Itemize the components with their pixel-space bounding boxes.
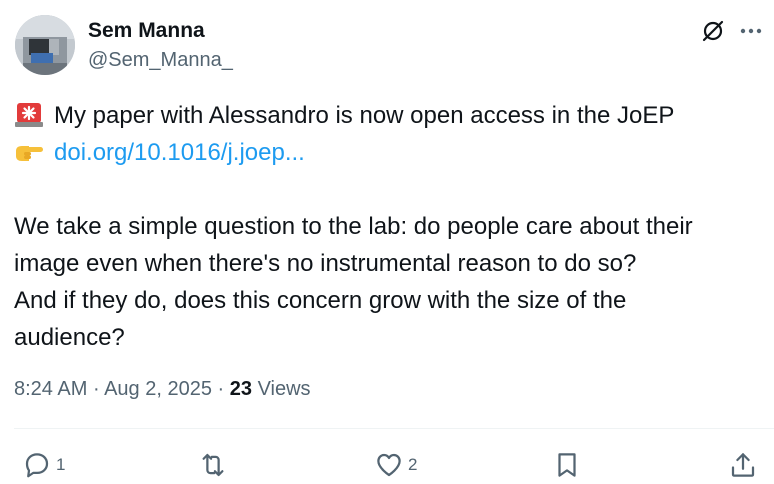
- bookmark-icon: [558, 453, 576, 477]
- views-label[interactable]: Views: [258, 378, 311, 400]
- avatar[interactable]: [15, 15, 75, 75]
- like-count: 2: [408, 455, 418, 474]
- post-para-line: audience?: [14, 324, 125, 351]
- share-icon: [731, 453, 755, 477]
- post-intro-text: My paper with Alessandro is now open acc…: [54, 102, 675, 129]
- post-text: My paper with Alessandro is now open acc…: [14, 97, 759, 356]
- divider: [14, 428, 774, 429]
- reply-icon: [25, 453, 49, 478]
- like-button[interactable]: 2: [374, 449, 417, 481]
- doi-link[interactable]: doi.org/10.1016/j.joep...: [54, 139, 305, 166]
- bookmark-button[interactable]: [552, 449, 582, 481]
- views-count[interactable]: 23: [230, 378, 252, 400]
- grok-icon[interactable]: [700, 18, 726, 44]
- post-line-2: doi.org/10.1016/j.joep...: [14, 134, 759, 171]
- post-line-1: My paper with Alessandro is now open acc…: [14, 97, 759, 134]
- more-options-icon[interactable]: [738, 18, 764, 44]
- post-time[interactable]: 8:24 AM: [14, 378, 87, 400]
- heart-icon: [377, 453, 401, 477]
- author-name[interactable]: Sem Manna: [88, 18, 205, 44]
- post-para-line: image even when there's no instrumental …: [14, 250, 637, 277]
- post-meta: 8:24 AM · Aug 2, 2025 · 23 Views: [14, 376, 311, 402]
- pointing-hand-icon: [14, 137, 44, 165]
- repost-button[interactable]: [198, 449, 228, 481]
- author-handle[interactable]: @Sem_Manna_: [88, 47, 233, 73]
- meta-separator: ·: [217, 378, 225, 400]
- meta-separator: ·: [92, 378, 100, 400]
- post-para-line: And if they do, does this concern grow w…: [14, 287, 627, 314]
- share-button[interactable]: [728, 449, 758, 481]
- repost-icon: [202, 453, 224, 477]
- reply-count: 1: [56, 455, 66, 474]
- rotating-light-icon: [14, 100, 44, 128]
- post-para-line: We take a simple question to the lab: do…: [14, 213, 693, 240]
- post-date[interactable]: Aug 2, 2025: [104, 378, 212, 400]
- reply-button[interactable]: 1: [22, 449, 65, 481]
